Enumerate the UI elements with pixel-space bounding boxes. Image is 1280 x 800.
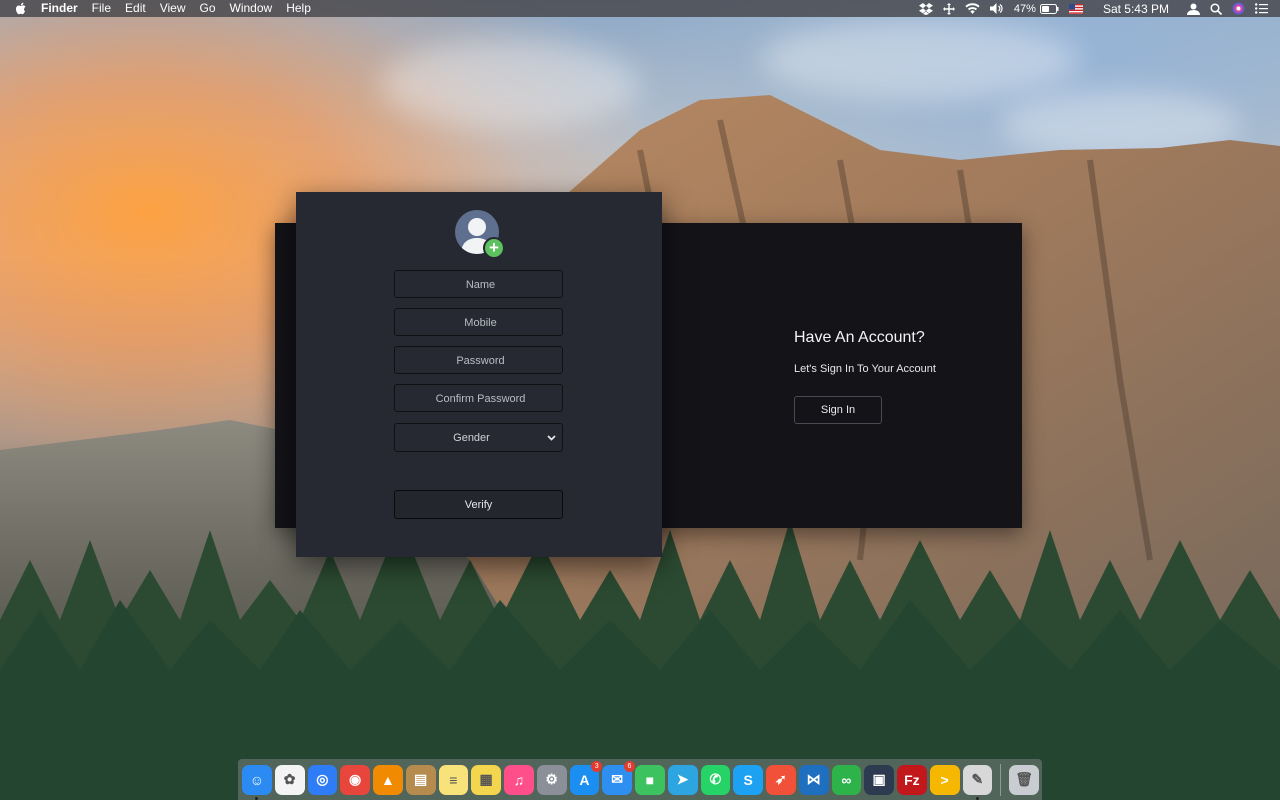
dock-glyph: ⋈: [806, 771, 821, 787]
dock: ☺ ✿ ◎ ◉ ▲ ▤ ≡ ▦ ♫ ⚙ A 3 ✉ 6 ■ ➤ ✆ S ➶ ⋈ ∞ ▣ Fz > ✎ 🗑: [238, 759, 1042, 800]
dock-glyph: ▣: [872, 771, 886, 787]
verify-button[interactable]: Verify: [394, 490, 563, 519]
dock-archive-icon[interactable]: ▤: [405, 764, 436, 795]
dock-glyph: ✆: [709, 771, 722, 787]
mobile-field[interactable]: [394, 308, 566, 337]
dock-glyph: ➶: [775, 771, 787, 787]
dock-glyph: ⚙: [545, 771, 558, 787]
dock-chrome-icon[interactable]: ◉: [340, 764, 370, 795]
dock-separator: [1000, 763, 1002, 796]
dock-vlc-icon[interactable]: ▲: [373, 764, 403, 795]
dock-telegram-icon[interactable]: ➤: [667, 764, 698, 795]
password-input[interactable]: [395, 347, 566, 375]
confirm-password-input[interactable]: [395, 385, 566, 413]
dock-glyph: ♫: [513, 771, 525, 788]
dock-system-preferences-icon[interactable]: ⚙: [536, 764, 567, 795]
dock-glyph: ✿: [283, 771, 296, 787]
dock-glyph: ∞: [841, 771, 852, 788]
menu-app-name[interactable]: Finder: [41, 0, 78, 17]
menu-bar: Finder File Edit View Go Window Help 47%…: [0, 0, 1280, 17]
dock-itunes-icon[interactable]: ♫: [504, 764, 534, 795]
dock-safari-icon[interactable]: ◎: [307, 764, 338, 795]
notification-badge: 3: [591, 760, 603, 772]
dock-glyph: ☺: [249, 771, 265, 788]
user-icon[interactable]: [1187, 3, 1200, 15]
dock-facetime-icon[interactable]: ■: [635, 764, 665, 795]
mobile-input[interactable]: [395, 309, 566, 337]
notification-center-icon[interactable]: [1255, 3, 1268, 14]
add-photo-icon[interactable]: +: [483, 237, 505, 259]
clock[interactable]: Sat 5:43 PM: [1103, 2, 1169, 16]
password-field[interactable]: [394, 346, 566, 375]
name-field[interactable]: [394, 270, 566, 299]
dock-glyph: ≡: [449, 771, 458, 788]
avatar-upload[interactable]: +: [455, 210, 507, 259]
dock-stickies-icon[interactable]: ▦: [471, 764, 501, 795]
dock-glyph: S: [743, 771, 753, 788]
dock-glyph: ▦: [479, 771, 493, 787]
sign-in-title: Have An Account?: [794, 329, 925, 346]
dock-notes-icon[interactable]: ≡: [438, 764, 469, 795]
dock-app-store-icon[interactable]: A3: [569, 760, 603, 795]
dock-whatsapp-icon[interactable]: ✆: [700, 764, 731, 795]
battery-icon[interactable]: [1039, 3, 1059, 14]
menu-window[interactable]: Window: [230, 0, 273, 17]
dock-glyph: Fz: [904, 771, 920, 788]
spotlight-icon[interactable]: [1210, 2, 1222, 15]
dock-messenger-icon[interactable]: ✉ 6: [602, 760, 635, 795]
running-indicator: [255, 796, 258, 800]
dropbox-icon[interactable]: [918, 2, 933, 15]
dock-trash-icon[interactable]: 🗑: [1009, 764, 1039, 795]
dock-glyph: ◉: [349, 771, 362, 787]
dock-glyph: ➤: [676, 771, 689, 787]
menu-help[interactable]: Help: [286, 0, 311, 17]
name-input[interactable]: [395, 271, 566, 299]
dock-glyph: ■: [645, 771, 655, 788]
gender-select-label: Gender: [453, 431, 490, 444]
dock-finder-icon[interactable]: ☺: [242, 764, 272, 800]
status-area: 47% Sat 5:43 PM: [918, 0, 1280, 17]
dock-glyph: ▤: [414, 771, 428, 787]
move-icon[interactable]: [942, 2, 955, 15]
gender-select[interactable]: Gender: [394, 423, 563, 452]
apple-menu-icon[interactable]: [14, 2, 28, 16]
confirm-password-field[interactable]: [394, 384, 566, 413]
sign-in-button[interactable]: Sign In: [794, 396, 882, 424]
dock-glyph: ✉: [611, 771, 623, 787]
dock-filezilla-icon[interactable]: Fz: [897, 764, 927, 795]
flag-icon[interactable]: [1068, 3, 1083, 14]
dock-wechat-green-icon[interactable]: ∞: [831, 764, 862, 795]
menu-file[interactable]: File: [92, 0, 111, 17]
siri-icon[interactable]: [1232, 2, 1245, 15]
dock-glyph: 🗑: [1015, 771, 1033, 787]
dock-glyph: ✎: [971, 771, 984, 787]
menu-go[interactable]: Go: [200, 0, 216, 17]
dock-terminal-prompt-icon[interactable]: >: [929, 764, 960, 795]
battery-percent: 47%: [1013, 2, 1036, 15]
dock-skype-icon[interactable]: S: [733, 764, 763, 795]
menu-view[interactable]: View: [160, 0, 186, 17]
volume-icon[interactable]: [989, 3, 1004, 14]
chevron-down-icon: [540, 434, 562, 441]
running-indicator: [975, 796, 979, 800]
menu-edit[interactable]: Edit: [125, 0, 146, 17]
dock-scripting-app-icon[interactable]: ✎: [962, 764, 993, 800]
dock-photos-icon[interactable]: ✿: [274, 764, 305, 795]
dock-glyph: >: [940, 771, 949, 788]
notification-badge: 6: [624, 760, 635, 772]
sign-in-subtitle: Let's Sign In To Your Account: [794, 363, 936, 375]
dock-glyph: ◎: [316, 771, 329, 787]
dock-glyph: ▲: [380, 771, 395, 788]
sign-up-panel: + Gender Verify: [296, 192, 662, 557]
dock-sourcetree-icon[interactable]: ▣: [864, 764, 894, 795]
dock-vscode-icon[interactable]: ⋈: [798, 764, 829, 795]
wifi-icon[interactable]: [965, 3, 980, 14]
dock-swift-playgrounds-icon[interactable]: ➶: [766, 764, 796, 795]
dock-glyph: A: [579, 771, 590, 788]
